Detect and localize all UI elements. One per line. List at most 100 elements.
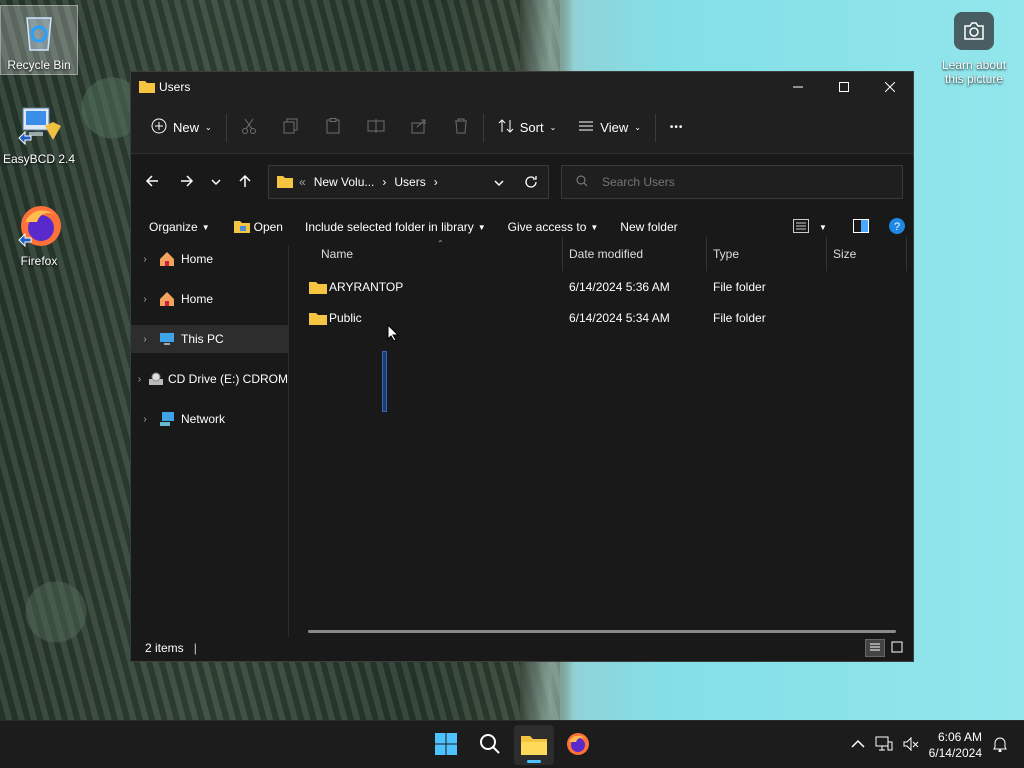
taskbar-firefox[interactable] [558,725,598,765]
easybcd-icon [17,104,61,148]
taskbar-file-explorer[interactable] [514,725,554,765]
camera-icon [954,12,994,50]
trash-icon [453,118,469,137]
large-icons-toggle[interactable] [887,639,907,657]
address-bar[interactable]: « New Volu... › Users › [268,165,549,199]
start-button[interactable] [426,725,466,765]
chevron-right-icon[interactable]: › [131,334,159,345]
more-options-button[interactable]: ••• [664,111,690,145]
open-button[interactable]: Open [226,214,291,240]
chevron-right-icon[interactable]: › [434,175,438,189]
status-bar: 2 items | [131,635,913,661]
status-divider: | [193,641,197,655]
list-view-icon [578,118,594,137]
learn-about-picture[interactable]: Learn about this picture [936,12,1012,86]
chevron-right-icon[interactable]: › [131,254,159,265]
network-status-icon[interactable] [875,736,893,755]
search-box[interactable] [561,165,903,199]
recent-locations-button[interactable] [203,166,229,198]
open-label: Open [253,220,283,234]
chevron-right-icon[interactable]: › [131,374,148,385]
minimize-button[interactable] [775,72,821,102]
column-date-modified[interactable]: Date modified [563,237,707,271]
copy-button[interactable] [277,111,305,145]
nav-item-home-2[interactable]: › Home [131,285,288,313]
new-label: New [173,120,200,135]
desktop-icon-firefox[interactable]: Firefox [0,202,78,268]
back-button[interactable] [136,166,168,198]
search-icon [479,733,501,758]
sort-button[interactable]: Sort ⌄ [492,111,563,145]
refresh-icon[interactable] [524,175,538,192]
forward-button[interactable] [171,166,203,198]
recycle-bin-icon [17,10,61,54]
divider [654,113,656,142]
caret-down-icon: ▼ [590,222,599,232]
desktop-icon-label: Firefox [20,254,58,268]
column-size[interactable]: Size [827,237,907,271]
column-headers: ⌃ Name Date modified Type Size [291,237,913,271]
file-row[interactable]: Public 6/14/2024 5:34 AM File folder [291,302,913,333]
chevron-down-icon: ⌄ [205,123,212,132]
file-name: ARYRANTOP [329,279,404,294]
desktop-icon-easybcd[interactable]: EasyBCD 2.4 [0,104,78,166]
ellipsis-icon: ••• [669,122,684,133]
cut-button[interactable] [235,111,263,145]
title-bar[interactable]: Users [131,72,913,102]
address-overflow[interactable]: « [299,175,306,189]
show-hidden-icons-button[interactable] [851,738,865,752]
horizontal-scrollbar[interactable] [308,630,896,633]
file-explorer-window: Users New ⌄ Sort ⌄ View ⌄ ••• « New Volu… [130,71,914,662]
preview-pane-icon [853,218,869,236]
sort-icon [498,118,514,137]
maximize-button[interactable] [821,72,867,102]
close-button[interactable] [867,72,913,102]
command-bar: New ⌄ Sort ⌄ View ⌄ ••• [131,102,913,154]
volume-muted-icon[interactable] [903,736,919,755]
file-date: 6/14/2024 5:36 AM [569,279,670,294]
nav-item-label: Home [181,252,214,266]
clock[interactable]: 6:06 AM 6/14/2024 [929,729,982,761]
paste-button[interactable] [319,111,347,145]
nav-item-home[interactable]: › Home [131,245,288,273]
organize-button[interactable]: Organize ▼ [141,214,218,240]
view-button[interactable]: View ⌄ [572,111,647,145]
file-row[interactable]: ARYRANTOP 6/14/2024 5:36 AM File folder [291,271,913,302]
nav-item-label: CD Drive (E:) CDROM [168,372,288,386]
include-label: Include selected folder in library [304,220,474,234]
chevron-right-icon[interactable]: › [131,294,159,305]
drag-selection-indicator [382,351,387,412]
delete-button[interactable] [447,111,475,145]
search-input[interactable] [602,175,882,189]
column-size-label: Size [833,247,857,261]
help-icon: ? [889,217,905,237]
computer-icon [159,331,177,347]
details-view-toggle[interactable] [865,639,885,657]
rename-button[interactable] [361,111,391,145]
column-type[interactable]: Type [707,237,827,271]
sort-label: Sort [519,120,544,135]
desktop-icon-recycle-bin[interactable]: Recycle Bin [0,5,78,75]
clock-date: 6/14/2024 [928,746,982,760]
address-history-chevron-icon[interactable] [494,176,504,190]
arrow-right-icon [180,174,194,191]
folder-icon [309,302,327,333]
chevron-right-icon[interactable]: › [382,175,386,189]
up-button[interactable] [229,166,261,198]
divider [225,113,227,142]
nav-item-network[interactable]: › Network [131,405,288,433]
details-view-icon [869,641,881,656]
search-button[interactable] [470,725,510,765]
new-button[interactable]: New ⌄ [145,111,218,145]
caret-down-icon: ▼ [819,222,827,232]
breadcrumb-users[interactable]: Users [394,175,425,189]
column-name[interactable]: Name [315,237,563,271]
nav-item-cd-drive[interactable]: › CD Drive (E:) CDROM [131,365,288,393]
chevron-right-icon[interactable]: › [131,414,159,425]
search-icon [576,175,588,190]
share-button[interactable] [405,111,433,145]
desktop-icon-label: EasyBCD 2.4 [2,152,76,166]
nav-item-this-pc[interactable]: › This PC [131,325,288,353]
notifications-icon[interactable] [992,736,1008,755]
breadcrumb-new-volume[interactable]: New Volu... [314,175,375,189]
